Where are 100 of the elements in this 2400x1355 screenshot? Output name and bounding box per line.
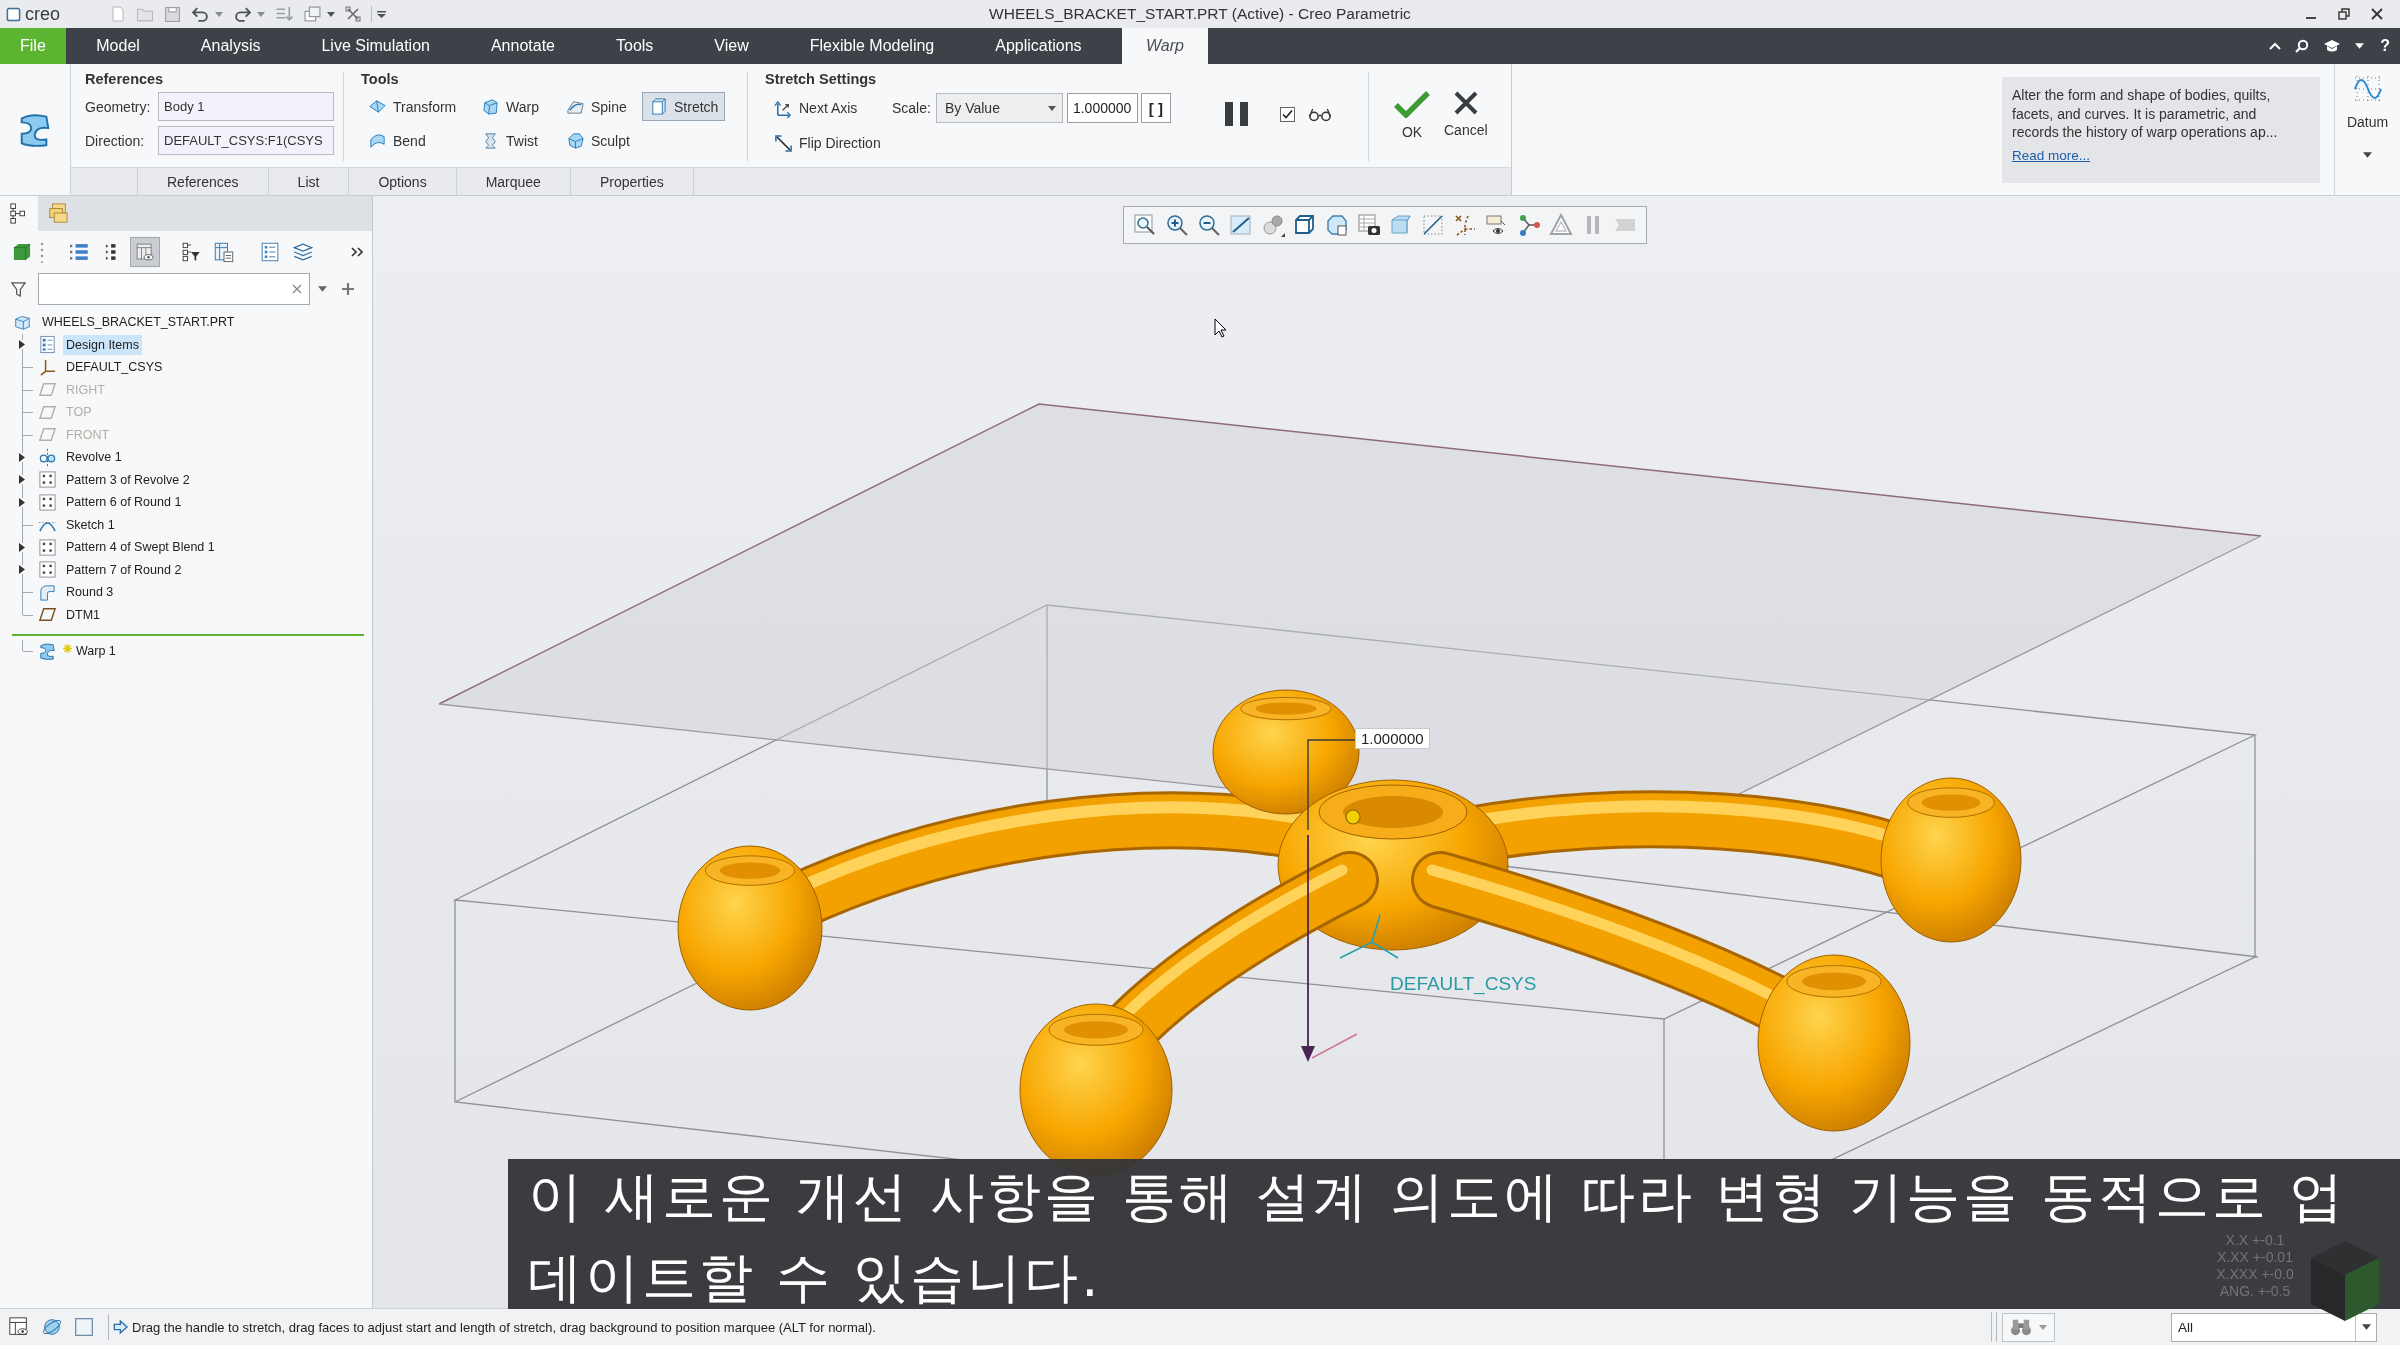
panel-tab[interactable] xyxy=(0,196,38,231)
reference-field[interactable]: Body 1 xyxy=(158,92,334,121)
square-icon[interactable] xyxy=(74,1317,94,1337)
drag-handle[interactable] xyxy=(1345,809,1361,825)
tree-item[interactable]: Warp 1 xyxy=(73,641,119,662)
ribbon-tab[interactable]: Annotate xyxy=(460,28,586,64)
tree-item[interactable]: Revolve 1 xyxy=(63,447,125,468)
cube-icon[interactable] xyxy=(13,243,31,261)
group-title: Stretch Settings xyxy=(765,70,878,89)
dashboard-tab[interactable]: Options xyxy=(349,168,457,195)
tree-item[interactable]: Pattern 6 of Round 1 xyxy=(63,492,185,513)
scale-label: Scale: xyxy=(892,100,931,116)
status-message: Drag the handle to stretch, drag faces to adjust start and length of stretch, drag background to position marquee (ALT for normal). xyxy=(132,1319,876,1335)
filter-icon[interactable] xyxy=(11,281,26,297)
expand-arrow-icon[interactable] xyxy=(19,497,25,507)
caret-icon[interactable] xyxy=(327,11,335,17)
tool-button[interactable]: Bend xyxy=(361,126,433,155)
filter-field[interactable] xyxy=(38,273,310,305)
window-eye-icon[interactable] xyxy=(8,1316,30,1338)
dashboard-tab[interactable]: References xyxy=(138,168,269,195)
group-title: References xyxy=(85,70,165,89)
expand-arrow-icon[interactable] xyxy=(19,475,25,485)
grip-dots-icon[interactable] xyxy=(40,241,44,263)
dashed-axes-icon[interactable] xyxy=(1453,213,1477,237)
help-button[interactable]: ? xyxy=(2378,37,2392,55)
zoom-out-icon[interactable] xyxy=(1197,213,1221,237)
circles-axis-icon xyxy=(38,447,57,467)
globe-ring-icon[interactable] xyxy=(41,1316,63,1338)
tree-item[interactable]: WHEELS_BRACKET_START.PRT xyxy=(39,312,238,333)
expand-arrow-icon[interactable] xyxy=(19,542,25,552)
tree-item[interactable]: Design Items xyxy=(63,334,142,355)
tree-item[interactable]: Sketch 1 xyxy=(63,514,118,535)
cancel-button[interactable]: Cancel xyxy=(1441,90,1491,138)
hatched-plane-icon[interactable] xyxy=(1421,213,1445,237)
dashboard-tab[interactable]: Marquee xyxy=(456,168,571,195)
ribbon-tab[interactable]: Live Simulation xyxy=(290,28,461,64)
tree-item[interactable]: DEFAULT_CSYS xyxy=(63,357,166,378)
cube-outline-icon[interactable] xyxy=(1293,213,1317,237)
bracket-button[interactable]: [ ] xyxy=(1140,93,1171,123)
reference-field[interactable]: DEFAULT_CSYS:F1(CSYS xyxy=(158,126,334,155)
cube-icon xyxy=(14,313,31,331)
cube-badge-icon[interactable] xyxy=(1325,213,1349,237)
save-icon[interactable] xyxy=(164,5,181,23)
magnifier-frame-icon[interactable] xyxy=(1133,213,1157,237)
scale-dropdown[interactable]: By Value xyxy=(935,93,1063,123)
tool-button[interactable]: Sculpt xyxy=(559,126,637,155)
redo-icon[interactable] xyxy=(233,5,252,23)
caret-icon[interactable] xyxy=(377,10,386,18)
tree-item[interactable]: Pattern 3 of Revolve 2 xyxy=(63,469,193,490)
find-button[interactable] xyxy=(2002,1312,2055,1342)
tool-button[interactable]: Transform xyxy=(361,92,464,121)
overflow-chevron-icon[interactable] xyxy=(351,247,363,257)
ribbon-tab[interactable]: Warp xyxy=(1122,28,1208,64)
caret-icon[interactable] xyxy=(318,286,327,292)
ribbon-tab[interactable]: Tools xyxy=(585,28,684,64)
expand-arrow-icon[interactable] xyxy=(19,340,25,350)
plus-icon[interactable] xyxy=(342,283,354,295)
clear-icon[interactable] xyxy=(292,284,302,294)
diagonal-square-icon[interactable] xyxy=(1229,213,1253,237)
ribbon-tab[interactable]: Model xyxy=(65,28,171,64)
graduation-cap-icon[interactable] xyxy=(2323,39,2342,53)
dashboard-tab[interactable]: Properties xyxy=(570,168,694,195)
close-icon[interactable] xyxy=(2371,8,2383,20)
caret-icon[interactable] xyxy=(2355,43,2365,49)
tool-button[interactable]: Spine xyxy=(559,92,634,121)
restore-icon[interactable] xyxy=(2338,8,2350,20)
ok-button[interactable]: OK xyxy=(1391,90,1433,140)
collapse-icon[interactable] xyxy=(2269,42,2282,50)
search-icon[interactable] xyxy=(2295,39,2310,53)
tool-button[interactable]: Stretch xyxy=(642,92,726,121)
ribbon-tab[interactable]: View xyxy=(683,28,780,64)
ribbon-tab[interactable]: Analysis xyxy=(170,28,291,64)
expand-arrow-icon[interactable] xyxy=(19,565,25,575)
tool-button[interactable]: Warp xyxy=(474,92,546,121)
filter-dropdown[interactable]: All xyxy=(2171,1312,2377,1342)
undo-icon[interactable] xyxy=(191,5,210,23)
tree-item[interactable]: Pattern 7 of Round 2 xyxy=(63,559,185,580)
read-more-link[interactable]: Read more... xyxy=(2012,147,2091,163)
view-cube[interactable] xyxy=(2310,1240,2380,1322)
stacked-windows-icon[interactable] xyxy=(303,5,322,23)
tool-button[interactable]: Twist xyxy=(474,126,545,155)
ribbon-tab[interactable]: Flexible Modeling xyxy=(779,28,965,64)
tree-item[interactable]: Pattern 4 of Swept Blend 1 xyxy=(63,537,218,558)
node-graph-icon[interactable] xyxy=(1517,213,1541,237)
zoom-in-icon[interactable] xyxy=(1165,213,1189,237)
camera-table-icon[interactable] xyxy=(1357,213,1381,237)
glasses-icon[interactable] xyxy=(1308,106,1332,122)
ribbon-tab[interactable]: Applications xyxy=(964,28,1113,64)
spheres-icon[interactable] xyxy=(1261,213,1285,237)
tree-item[interactable]: Round 3 xyxy=(63,582,117,603)
dashboard-tab[interactable]: List xyxy=(268,168,350,195)
next-axis-button[interactable]: Next Axis xyxy=(765,93,883,123)
tree-item[interactable]: DTM1 xyxy=(63,604,104,625)
preview-checkbox[interactable] xyxy=(1280,106,1295,122)
flip-direction-button[interactable]: Flip Direction xyxy=(765,128,883,158)
cross-icon[interactable] xyxy=(345,6,361,22)
scale-value-field[interactable]: 1.000000 xyxy=(1066,93,1138,123)
expand-arrow-icon[interactable] xyxy=(19,452,25,462)
datum-button[interactable]: Datum xyxy=(2334,64,2400,195)
close-x-icon xyxy=(1452,90,1479,116)
